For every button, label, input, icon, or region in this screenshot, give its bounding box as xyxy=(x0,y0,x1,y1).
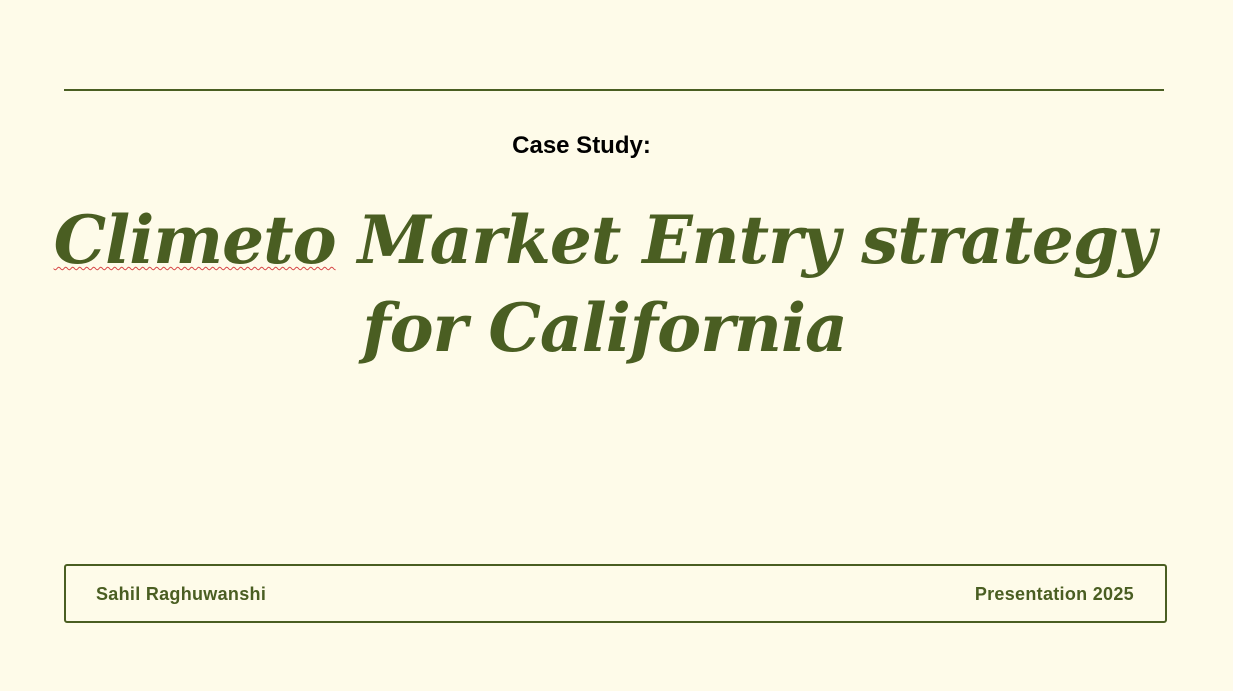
presentation-year: Presentation 2025 xyxy=(974,584,1134,604)
footer-box[interactable]: Sahil Raghuwanshi Presentation 2025 xyxy=(64,564,1167,623)
title-brand-word: Climeto xyxy=(53,201,337,279)
top-divider xyxy=(64,89,1164,91)
slide-subtitle[interactable]: Case Study: xyxy=(0,132,1163,160)
title-rest: Market Entry strategy for California xyxy=(335,201,1157,367)
slide-title[interactable]: Climeto Market Entry strategy for Califo… xyxy=(0,196,1209,372)
author-name: Sahil Raghuwanshi xyxy=(96,584,267,604)
